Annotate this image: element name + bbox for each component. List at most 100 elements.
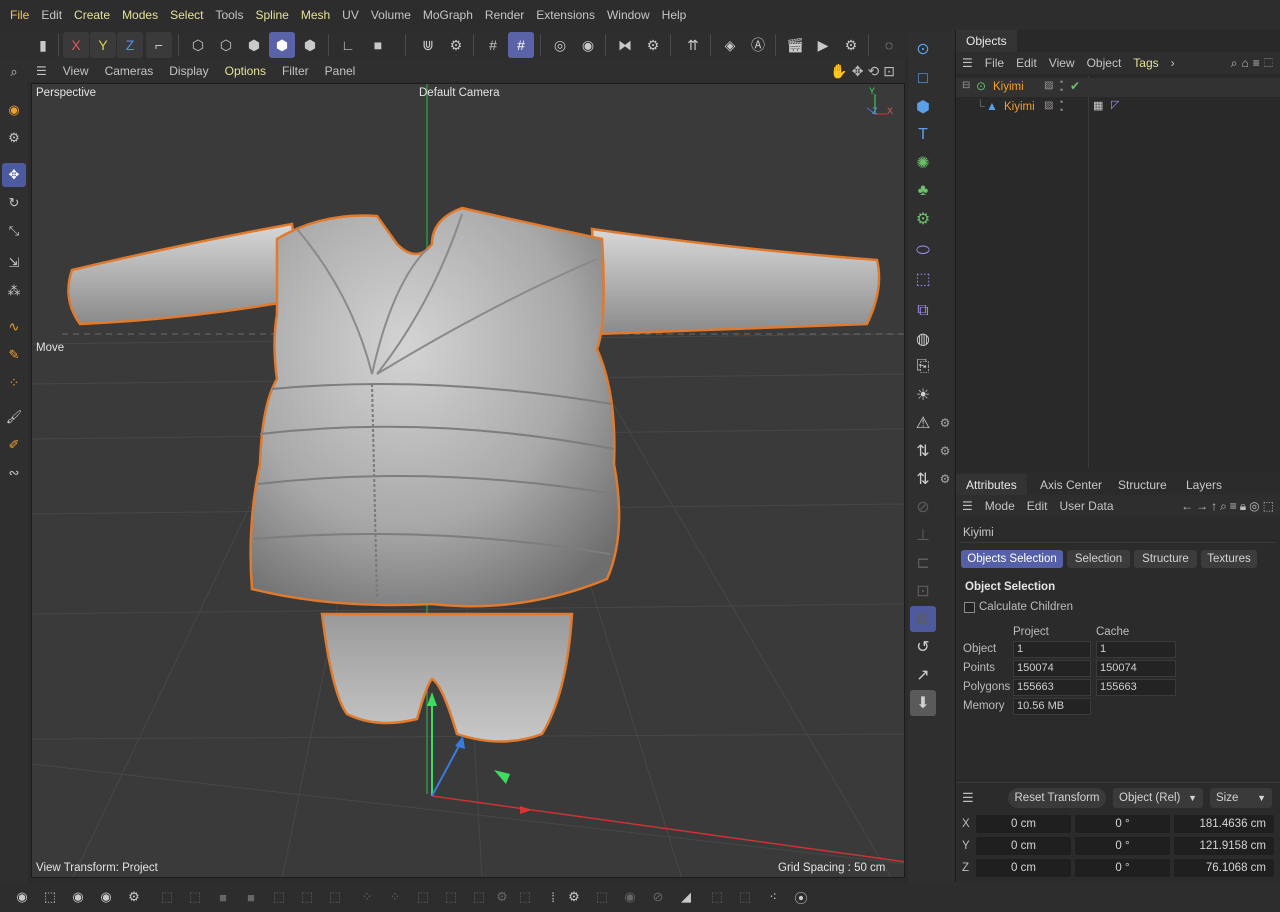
generator-icon[interactable]: ✺	[910, 150, 936, 176]
lock-y-button[interactable]: Y	[90, 32, 116, 58]
tab-structure[interactable]: Structure	[1108, 474, 1177, 496]
viewport-solo-icon[interactable]: ◉	[575, 32, 601, 58]
selection-tag-icon[interactable]: ◸	[1111, 98, 1119, 111]
workplane-icon[interactable]: #	[480, 32, 506, 58]
checkmark-icon[interactable]: ✔	[1070, 79, 1080, 93]
viewport-menu-view[interactable]: View	[55, 64, 97, 78]
symmetry-settings-icon[interactable]: ⚙	[640, 32, 666, 58]
phong-break-icon[interactable]: ⬚	[439, 885, 463, 909]
phong-tag-icon[interactable]: ▦	[1093, 99, 1103, 112]
ring-selection-icon[interactable]: ⁘	[355, 885, 379, 909]
shrink-selection-icon[interactable]: ⬚	[295, 885, 319, 909]
camera-label[interactable]: Default Camera	[419, 87, 500, 99]
position-z-field[interactable]: 0 cm	[976, 859, 1071, 877]
tab-objects[interactable]: Objects	[956, 30, 1017, 52]
rectangle-selection-icon[interactable]: ⬚	[38, 885, 62, 909]
deformer-icon[interactable]: ⬭	[910, 238, 936, 264]
sculpt-tool-icon[interactable]: ⊘	[910, 494, 936, 520]
visibility-icon[interactable]: ◉	[618, 885, 642, 909]
brush-icon[interactable]: ◢	[674, 885, 698, 909]
objects-menu-view[interactable]: View	[1043, 56, 1081, 70]
placement-tool-icon[interactable]: ⁂	[2, 279, 26, 303]
viewport-menu-panel[interactable]: Panel	[317, 64, 364, 78]
attributes-menu-user-data[interactable]: User Data	[1053, 499, 1119, 513]
camera-object-icon[interactable]: ⎘	[910, 354, 936, 380]
gear-icon[interactable]: ⚙	[938, 444, 952, 458]
unhide-icon[interactable]: ⬚	[513, 885, 537, 909]
menu-extensions[interactable]: Extensions	[530, 8, 601, 22]
menu-spline[interactable]: Spline	[249, 8, 294, 22]
live-selection-icon[interactable]: ◉	[2, 98, 26, 122]
hamburger-icon[interactable]: ☰	[956, 56, 979, 70]
menu-edit[interactable]: Edit	[35, 8, 68, 22]
rotation-b-field[interactable]: 0 °	[1075, 859, 1170, 877]
selection-settings-icon[interactable]: ⚙	[2, 126, 26, 150]
lasso-selection-icon[interactable]: ◉	[66, 885, 90, 909]
light-object-icon[interactable]: ☀	[910, 382, 936, 408]
menu-tools[interactable]: Tools	[209, 8, 249, 22]
selection-settings-icon[interactable]: ⚙	[122, 885, 146, 909]
subtab-objects-selection[interactable]: Objects Selection	[961, 550, 1063, 568]
menu-window[interactable]: Window	[601, 8, 656, 22]
size-mode-select[interactable]: Size ▼	[1210, 788, 1272, 808]
snap-settings-icon[interactable]: ⬚	[590, 885, 614, 909]
brush-icon[interactable]: 🖌︎	[2, 405, 26, 429]
size-z-field[interactable]: 76.1068 cm	[1174, 859, 1274, 877]
subtab-selection[interactable]: Selection	[1067, 550, 1130, 568]
projection-label[interactable]: Perspective	[36, 87, 96, 99]
dynamics-icon[interactable]: ⇈	[680, 32, 706, 58]
spline-pen-icon[interactable]: ∿	[2, 315, 26, 339]
viewport-navigation-icons[interactable]: ✋✥⟲⊡	[830, 63, 905, 80]
menu-select[interactable]: Select	[164, 8, 209, 22]
subtab-structure[interactable]: Structure	[1134, 550, 1197, 568]
rotation-h-field[interactable]: 0 °	[1075, 815, 1170, 833]
spline-object-icon[interactable]: □	[910, 66, 936, 92]
viewport-menu-display[interactable]: Display	[161, 64, 216, 78]
solo-icon[interactable]: ◎	[547, 32, 573, 58]
align-icon[interactable]: ⇅	[910, 466, 936, 492]
text-object-icon[interactable]: T	[910, 122, 936, 148]
layer-icon[interactable]: ⊘	[646, 885, 670, 909]
collapse-icon[interactable]: ⊟	[962, 80, 970, 91]
deselect-icon[interactable]: ⬚	[183, 885, 207, 909]
render-view-icon[interactable]: Ⓐ	[745, 32, 771, 58]
polygons-mode-icon[interactable]: ⬢	[241, 32, 267, 58]
tab-axis-center[interactable]: Axis Center	[1030, 474, 1112, 496]
render-settings-icon[interactable]: ⚙	[838, 32, 864, 58]
mirror-icon[interactable]: ⇅	[910, 438, 936, 464]
menu-create[interactable]: Create	[68, 8, 116, 22]
spline-tools-icon[interactable]: ⁘	[2, 371, 26, 395]
objects-menu-object[interactable]: Object	[1081, 56, 1128, 70]
import-icon[interactable]: ⬇	[910, 690, 936, 716]
extrude-tool-icon[interactable]: ⊡	[910, 578, 936, 604]
objects-toolbar-icons[interactable]: ⌕⌂≡⬚	[1231, 56, 1280, 71]
left-sleeve-mesh[interactable]	[67, 222, 304, 326]
texture-mode-icon[interactable]: ■	[365, 32, 391, 58]
tab-attributes[interactable]: Attributes	[956, 474, 1027, 496]
magnet-icon[interactable]: ∾	[2, 461, 26, 485]
visibility-dots-icon[interactable]: • •	[1060, 98, 1063, 115]
sketch-icon[interactable]: ✎	[2, 343, 26, 367]
model-mode-icon[interactable]: ⬢	[269, 32, 295, 58]
rotate-tool-icon[interactable]: ↻	[2, 191, 26, 215]
lock-z-button[interactable]: Z	[117, 32, 143, 58]
layer-icon[interactable]: ▨	[1044, 80, 1053, 91]
knife-tool-icon[interactable]: ⊥	[910, 522, 936, 548]
grid-snap-icon[interactable]: #	[508, 32, 534, 58]
symmetry-icon[interactable]: ⧓	[612, 32, 638, 58]
pants-mesh[interactable]	[320, 612, 574, 743]
object-name[interactable]: Kiyimi	[993, 81, 1024, 93]
cube-object-icon[interactable]: ⬢	[910, 94, 936, 120]
tags-icon[interactable]: ⚠	[910, 410, 936, 436]
viewport[interactable]: Perspective Default Camera Y Z X Move Vi…	[31, 83, 905, 878]
attributes-menu-mode[interactable]: Mode	[979, 499, 1021, 513]
menu-mesh[interactable]: Mesh	[295, 8, 336, 22]
fill-selection-icon[interactable]: ⁘	[383, 885, 407, 909]
objects-menu-file[interactable]: File	[979, 56, 1010, 70]
uv-mode-icon[interactable]: ⬢	[297, 32, 323, 58]
menu-help[interactable]: Help	[656, 8, 693, 22]
lock-x-button[interactable]: X	[63, 32, 89, 58]
search-icon[interactable]: ⌕	[2, 60, 26, 84]
select-connected-icon[interactable]: ■	[239, 885, 263, 909]
path-selection-icon[interactable]: ⬚	[411, 885, 435, 909]
